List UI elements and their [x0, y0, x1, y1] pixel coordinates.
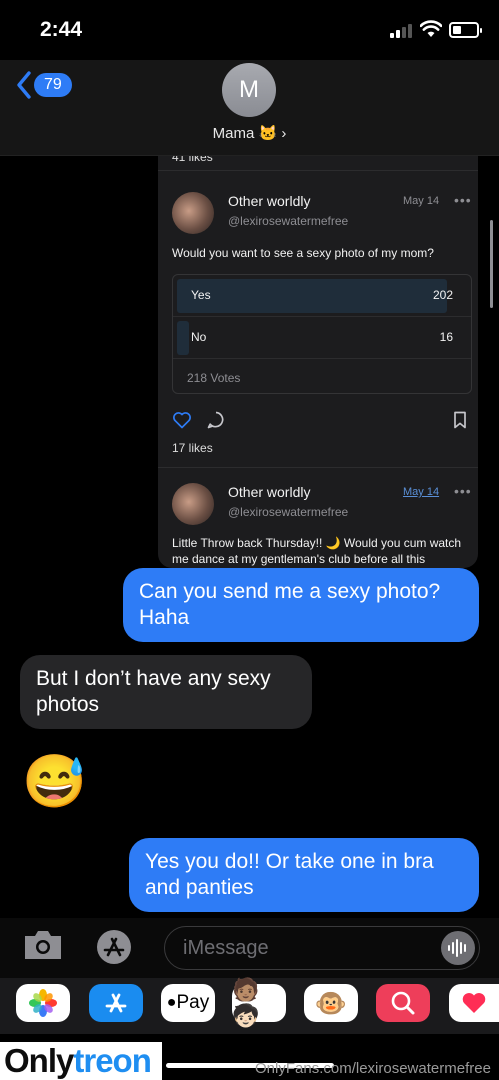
- poll-vote-total: 218 Votes: [187, 371, 241, 385]
- post-author-avatar: [172, 483, 214, 525]
- photos-app-icon[interactable]: [16, 984, 70, 1022]
- post-author-name: Other worldly: [228, 193, 311, 209]
- more-options-icon[interactable]: •••: [454, 483, 472, 499]
- outgoing-message[interactable]: Yes you do!! Or take one in bra and pant…: [129, 838, 479, 912]
- incoming-emoji-message[interactable]: 😅: [22, 752, 87, 812]
- divider: [158, 170, 478, 171]
- bookmark-icon[interactable]: [450, 410, 470, 430]
- contact-name[interactable]: Mama 🐱 ›: [0, 124, 499, 142]
- poll-option[interactable]: Yes 202: [173, 275, 471, 317]
- post-author-name: Other worldly: [228, 484, 311, 500]
- apple-pay-label: Pay: [176, 992, 210, 1013]
- status-bar: 2:44: [0, 0, 499, 60]
- app-store-app-icon[interactable]: [89, 984, 143, 1022]
- post-text: Little Throw back Thursday!! 🌙 Would you…: [172, 536, 462, 566]
- likes-count: 41 likes: [172, 156, 213, 164]
- outgoing-message[interactable]: Can you send me a sexy photo? Haha: [123, 568, 479, 642]
- apple-logo-icon: ●: [166, 994, 177, 1011]
- poll-option-count: 202: [432, 288, 453, 302]
- post-author-handle: @lexirosewatermefree: [228, 505, 349, 519]
- chevron-left-icon: [17, 71, 31, 99]
- message-placeholder: iMessage: [183, 937, 269, 959]
- comment-icon[interactable]: [206, 410, 226, 430]
- contact-avatar[interactable]: M: [222, 63, 276, 117]
- watermark-text: OnlyFans.com/lexirosewatermefree: [255, 1060, 491, 1077]
- back-button[interactable]: 79: [16, 68, 72, 102]
- shared-post-card[interactable]: 41 likes Other worldly @lexirosewatermef…: [158, 156, 478, 568]
- digital-touch-app-icon[interactable]: [449, 984, 499, 1022]
- likes-count: 17 likes: [172, 441, 213, 455]
- cellular-signal-icon: [390, 24, 414, 38]
- divider: [158, 467, 478, 468]
- status-time: 2:44: [40, 18, 83, 41]
- poll-option-label: Yes: [191, 288, 211, 302]
- memoji-app-icon[interactable]: 🧑🏽🧒🏻: [232, 977, 286, 1028]
- conversation-header: 79 M Mama 🐱 ›: [0, 60, 499, 156]
- post-text: Would you want to see a sexy photo of my…: [172, 246, 434, 260]
- scroll-indicator[interactable]: [490, 220, 493, 308]
- message-input[interactable]: iMessage: [164, 926, 480, 970]
- animoji-monkey-app-icon[interactable]: 🐵: [304, 984, 358, 1022]
- logo-only-text: Only: [4, 1042, 74, 1079]
- search-images-app-icon[interactable]: [376, 984, 430, 1022]
- audio-waveform-icon[interactable]: [441, 931, 475, 965]
- post-date-link[interactable]: May 14: [403, 486, 439, 498]
- poll-bar: [177, 321, 189, 355]
- message-input-bar: iMessage: [0, 918, 499, 978]
- post-author-avatar: [172, 192, 214, 234]
- onlytreon-logo: Only treon: [0, 1042, 162, 1080]
- camera-icon[interactable]: [22, 928, 64, 962]
- poll-option-count: 16: [439, 330, 453, 344]
- post-date: May 14: [403, 195, 440, 207]
- logo-treon-text: treon: [73, 1042, 151, 1079]
- app-drawer: ● Pay 🧑🏽🧒🏻 🐵: [0, 977, 499, 1034]
- poll-option[interactable]: No 16: [173, 317, 471, 359]
- incoming-message[interactable]: But I don’t have any sexy photos: [20, 655, 312, 729]
- app-store-icon[interactable]: [92, 928, 136, 966]
- post-author-handle: @lexirosewatermefree: [228, 214, 349, 228]
- poll: Yes 202 No 16 218 Votes: [172, 274, 472, 394]
- apple-pay-app-icon[interactable]: ● Pay: [161, 984, 215, 1022]
- battery-icon: [449, 22, 482, 38]
- poll-option-label: No: [191, 330, 207, 344]
- poll-bar: [177, 279, 447, 313]
- heart-icon[interactable]: [172, 410, 192, 430]
- unread-count-badge: 79: [34, 73, 72, 97]
- wifi-icon: [420, 20, 442, 37]
- more-options-icon[interactable]: •••: [454, 192, 472, 208]
